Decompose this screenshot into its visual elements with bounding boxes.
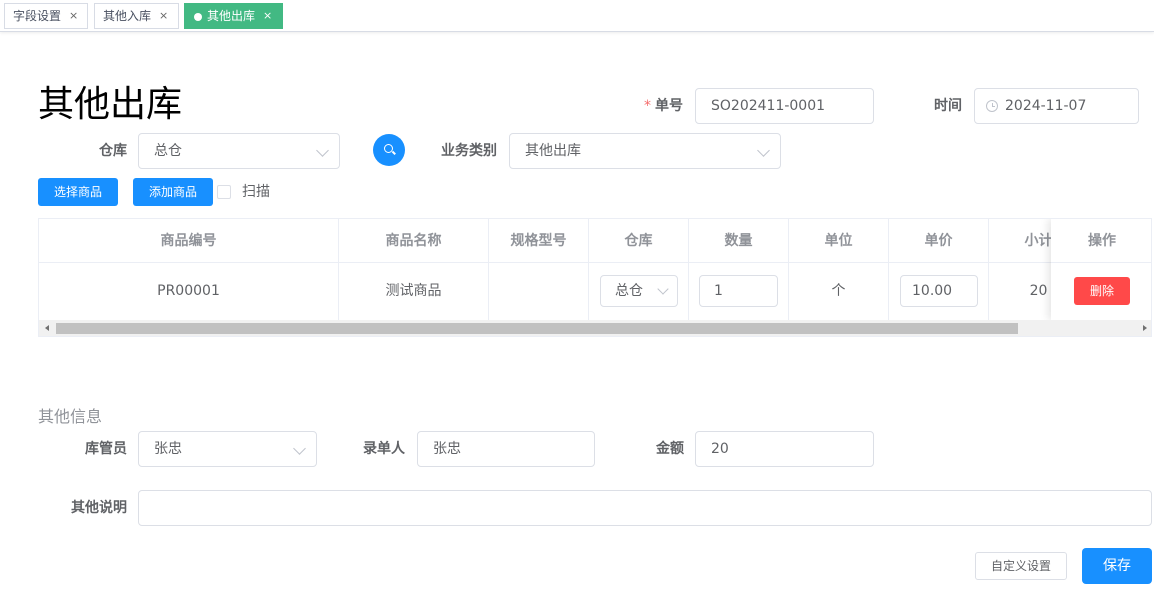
chevron-down-icon [293,442,306,455]
page-title: 其他出库 [38,84,183,125]
save-button[interactable]: 保存 [1082,548,1152,584]
tabs-bar: 字段设置 × 其他入库 × 其他出库 × [0,0,1154,32]
search-icon-handle [392,150,396,155]
tab-other-outbound[interactable]: 其他出库 × [184,3,283,29]
cell-warehouse: 总仓 [589,263,689,320]
cell-price: 10.00 [889,263,989,320]
recorder-input[interactable]: 张忠 [417,431,595,467]
time-value: 2024-11-07 [1005,98,1087,114]
column-header: 规格型号 [489,219,589,263]
column-header: 操作 [1051,219,1151,263]
tab-label: 字段设置 [13,9,62,23]
warehouse-select[interactable]: 总仓 [138,133,340,169]
business-type-value: 其他出库 [525,143,581,159]
amount-label: 金额 [656,441,684,457]
order-no-label-text: 单号 [655,98,683,114]
add-goods-button[interactable]: 添加商品 [133,178,213,206]
keeper-value: 张忠 [154,441,182,457]
custom-settings-button[interactable]: 自定义设置 [975,552,1067,580]
scan-checkbox[interactable] [217,185,231,199]
time-picker[interactable]: 2024-11-07 [974,88,1139,124]
cell-code: PR00001 [39,263,339,320]
recorder-label: 录单人 [363,441,405,457]
column-header: 数量 [689,219,789,263]
active-dot-icon [194,13,202,21]
delete-button[interactable]: 删除 [1074,277,1130,305]
required-mark: * [644,98,651,114]
cell-name: 测试商品 [339,263,489,320]
fixed-action-column: 操作 删除 [1051,219,1151,320]
quantity-input[interactable]: 1 [699,275,778,307]
tab-label: 其他入库 [103,9,152,23]
column-header: 仓库 [589,219,689,263]
column-header: 单价 [889,219,989,263]
chevron-down-icon [657,283,669,295]
column-header: 单位 [789,219,889,263]
chevron-down-icon [316,144,329,157]
goods-table: 商品编号 商品名称 规格型号 仓库 数量 单位 单价 小计 PR00001 测试… [38,218,1152,337]
amount-value: 20 [711,441,729,457]
amount-input[interactable]: 20 [695,431,874,467]
chevron-down-icon [757,144,770,157]
tab-other-inbound[interactable]: 其他入库 × [94,3,179,29]
row-warehouse-value: 总仓 [615,283,643,299]
business-type-label: 业务类别 [441,143,497,159]
remark-input[interactable] [138,490,1152,526]
horizontal-scrollbar[interactable] [39,320,1151,336]
scroll-left-icon[interactable] [45,325,49,331]
scroll-right-icon[interactable] [1143,325,1147,331]
recorder-value: 张忠 [433,441,461,457]
row-warehouse-select[interactable]: 总仓 [600,275,678,307]
close-icon[interactable]: × [69,4,78,28]
column-header: 商品编号 [39,219,339,263]
clock-icon [986,100,998,112]
order-no-label: * 单号 [620,96,683,116]
warehouse-label: 仓库 [99,143,127,159]
keeper-label: 库管员 [85,441,127,457]
scan-label: 扫描 [242,184,270,200]
order-no-input[interactable]: SO202411-0001 [695,88,874,124]
order-no-value: SO202411-0001 [711,98,826,114]
close-icon[interactable]: × [159,4,168,28]
cell-unit: 个 [789,263,889,320]
tab-field-settings[interactable]: 字段设置 × [4,3,88,29]
time-label: 时间 [934,98,962,114]
remark-label: 其他说明 [71,500,127,516]
search-button[interactable] [373,134,405,166]
tab-label: 其他出库 [207,9,256,23]
price-input[interactable]: 10.00 [900,275,978,307]
scrollbar-thumb[interactable] [56,323,1018,334]
column-header: 商品名称 [339,219,489,263]
keeper-select[interactable]: 张忠 [138,431,317,467]
warehouse-value: 总仓 [154,143,182,159]
business-type-select[interactable]: 其他出库 [509,133,781,169]
cell-spec [489,263,589,320]
section-title-other-info: 其他信息 [38,407,103,426]
select-goods-button[interactable]: 选择商品 [38,178,118,206]
close-icon[interactable]: × [263,4,272,28]
cell-quantity: 1 [689,263,789,320]
